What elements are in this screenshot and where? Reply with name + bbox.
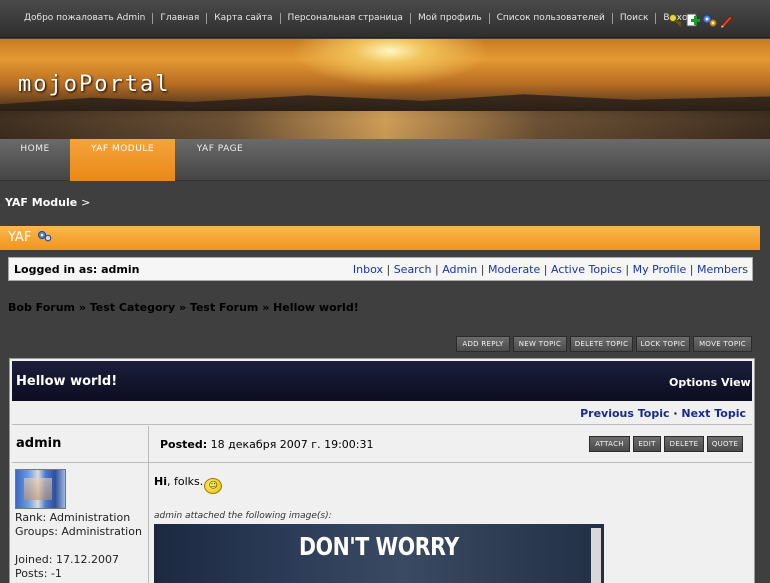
post-date: Posted: 18 декабря 2007 г. 19:00:31 [160, 438, 373, 451]
link-active-topics[interactable]: Active Topics [551, 263, 622, 276]
new-topic-button[interactable]: NEW TOPIC [513, 336, 567, 352]
main-nav: HOME YAF MODULE YAF PAGE [0, 139, 770, 181]
message-text: , folks. [166, 475, 204, 488]
delete-topic-button[interactable]: DELETE TOPIC [570, 336, 633, 352]
breadcrumb-separator: > [81, 196, 91, 209]
delete-post-button[interactable]: DELETE [664, 436, 704, 452]
topic-navigation: Previous Topic · Next Topic [12, 403, 752, 425]
topic-options-link[interactable]: Options [669, 376, 717, 389]
previous-topic-link[interactable]: Previous Topic [580, 407, 669, 420]
banner-water [0, 111, 770, 139]
top-bar: Добро пожаловать Admin Главная Карта сай… [0, 0, 770, 38]
topic-panel: Hellow world! Options View Previous Topi… [9, 358, 755, 583]
post-message: Hi, folks. ☺ [154, 475, 223, 494]
author-posts: Posts: -1 [15, 567, 62, 580]
add-reply-button[interactable]: ADD REPLY [456, 336, 510, 352]
welcome-text: Добро пожаловать Admin [24, 13, 146, 23]
next-topic-link[interactable]: Next Topic [681, 407, 746, 420]
image-watermark-strip [591, 528, 601, 583]
tab-yaf-page[interactable]: YAF PAGE [175, 139, 265, 181]
link-search[interactable]: Поиск [611, 13, 656, 24]
attachment-note: admin attached the following image(s): [154, 511, 332, 521]
link-forum-search[interactable]: Search [394, 263, 432, 276]
message-greeting: Hi [154, 475, 167, 488]
attached-image[interactable]: DON'T WORRY [154, 524, 604, 583]
topic-view-link[interactable]: View [721, 376, 751, 389]
link-admin[interactable]: Admin [442, 263, 477, 276]
post-column-divider [148, 426, 149, 583]
forum-breadcrumb[interactable]: Bob Forum » Test Category » Test Forum »… [8, 301, 359, 314]
link-sitemap[interactable]: Карта сайта [206, 13, 279, 24]
posted-value: 18 декабря 2007 г. 19:00:31 [210, 438, 374, 451]
header-banner: mojoPortal [0, 39, 770, 139]
posted-label: Posted: [160, 438, 208, 451]
link-forum-profile[interactable]: My Profile [633, 263, 687, 276]
author-rank: Rank: Administration [15, 511, 131, 524]
edit-pencil-icon[interactable] [719, 13, 734, 28]
smiley-icon: ☺ [204, 478, 223, 494]
link-home[interactable]: Главная [152, 13, 206, 24]
quote-button[interactable]: QUOTE [707, 436, 743, 452]
admin-icons [668, 13, 734, 28]
topic-title: Hellow world! [16, 374, 118, 389]
attached-image-caption: DON'T WORRY [299, 532, 459, 561]
user-links: Inbox | Search | Admin | Moderate | Acti… [352, 263, 748, 276]
tab-home[interactable]: HOME [0, 139, 70, 181]
edit-button[interactable]: EDIT [633, 436, 661, 452]
link-user-list[interactable]: Список пользователей [488, 13, 612, 24]
link-inbox[interactable]: Inbox [353, 263, 383, 276]
move-topic-button[interactable]: MOVE TOPIC [693, 336, 752, 352]
link-personal-page[interactable]: Персональная страница [279, 13, 410, 24]
attach-button[interactable]: ATTACH [589, 436, 630, 452]
link-my-profile[interactable]: Мой профиль [409, 13, 489, 24]
settings-gears-icon[interactable] [702, 13, 717, 28]
logged-in-as: Logged in as: admin [14, 263, 140, 276]
topic-nav-separator: · [673, 407, 678, 420]
breadcrumb-yaf-module[interactable]: YAF Module [5, 196, 77, 209]
yaf-title-bar: YAF [0, 226, 760, 250]
yaf-gears-icon [38, 230, 52, 245]
lock-topic-button[interactable]: LOCK TOPIC [636, 336, 690, 352]
topic-header: Hellow world! Options View [12, 361, 752, 401]
author-joined: Joined: 17.12.2007 [15, 553, 119, 566]
key-icon[interactable] [668, 13, 683, 28]
top-links: Добро пожаловать Admin Главная Карта сай… [17, 13, 701, 24]
user-toolbar: Logged in as: admin Inbox | Search | Adm… [8, 257, 753, 281]
avatar [15, 469, 66, 509]
site-logo[interactable]: mojoPortal [18, 72, 170, 97]
breadcrumb: YAF Module > [5, 196, 90, 209]
add-page-icon[interactable] [685, 13, 700, 28]
link-moderate[interactable]: Moderate [488, 263, 540, 276]
link-members[interactable]: Members [697, 263, 748, 276]
author-groups: Groups: Administration [15, 525, 142, 538]
tab-yaf-module[interactable]: YAF MODULE [70, 139, 175, 181]
yaf-title: YAF [8, 230, 32, 245]
post-author[interactable]: admin [16, 436, 61, 451]
